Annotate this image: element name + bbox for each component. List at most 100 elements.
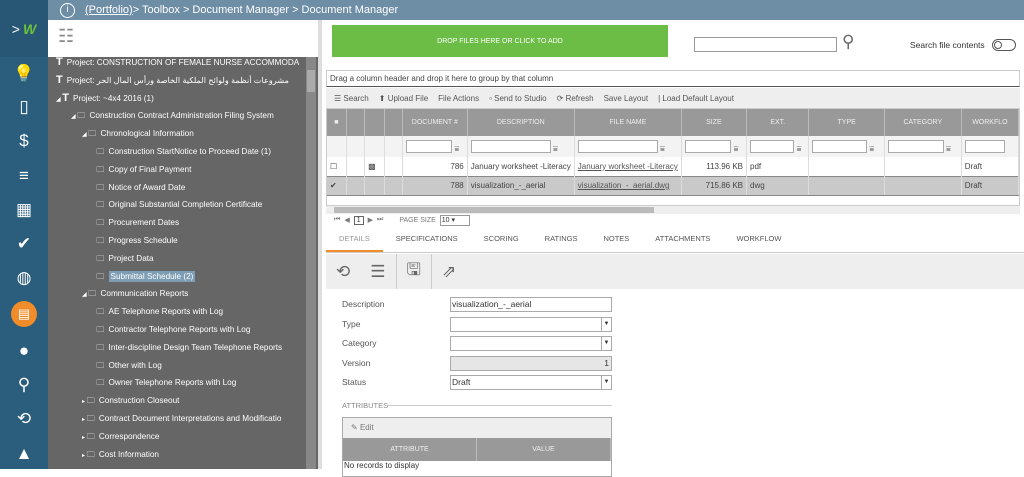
graduation-icon[interactable]: ▲ xyxy=(0,444,48,464)
search-icon[interactable]: ⚲ xyxy=(842,32,854,52)
load-default-layout-button[interactable]: | Load Default Layout xyxy=(658,94,734,103)
numbered-list-icon[interactable]: ☰ xyxy=(360,262,395,282)
history-icon[interactable]: ⟲ xyxy=(326,262,360,282)
tree-scrollbar[interactable] xyxy=(306,57,316,469)
table-row[interactable]: ✔ 788 visualization_-_aerial visualization_… xyxy=(327,175,1019,196)
save-icon[interactable]: 🖫 xyxy=(397,257,431,286)
group-by-area[interactable]: Drag a column header and drop it here to… xyxy=(326,70,1020,87)
check-icon[interactable]: ✔ xyxy=(0,234,48,254)
filter-input[interactable] xyxy=(684,139,732,153)
tab-ratings[interactable]: RATINGS xyxy=(532,228,591,252)
description-field[interactable]: visualization_-_aerial xyxy=(450,297,612,312)
select-all-checkbox[interactable]: ■ xyxy=(327,109,347,136)
tree-item[interactable]: ◢ T Project: ~4x4 2016 (1) xyxy=(56,90,154,107)
tree-item[interactable]: 🗀 Procurement Dates xyxy=(93,214,179,231)
tree-item[interactable]: 🗀 Copy of Final Payment xyxy=(93,161,191,178)
refresh-button[interactable]: ⟳ Refresh xyxy=(557,94,594,103)
filter-sliders-icon[interactable]: ☷ xyxy=(58,26,74,46)
status-select[interactable]: Draft ▼ xyxy=(450,375,612,390)
type-select[interactable]: ▼ xyxy=(450,317,612,332)
send-to-studio-button[interactable]: ▫ Send to Studio xyxy=(489,94,547,103)
first-page-button[interactable]: ⏮ xyxy=(334,216,340,224)
open-external-icon[interactable]: ⇗ xyxy=(432,262,466,282)
app-logo[interactable]: > W xyxy=(0,0,48,57)
row-checkbox[interactable]: ☐ xyxy=(327,157,347,176)
tab-scoring[interactable]: SCORING xyxy=(471,228,532,252)
cell-file-link[interactable]: January worksheet -Literacy xyxy=(574,157,682,176)
filter-input[interactable] xyxy=(470,139,551,153)
filter-input[interactable] xyxy=(887,139,944,153)
col-size[interactable]: SIZE xyxy=(681,109,748,136)
col-document-number[interactable]: DOCUMENT # xyxy=(402,109,468,136)
edit-attributes-button[interactable]: ✎ Edit xyxy=(343,418,611,438)
col-ext[interactable]: EXT. xyxy=(746,109,810,136)
history-icon[interactable]: ⟲ xyxy=(0,409,48,429)
tree-item[interactable]: ▸ 🗀 Cost Information xyxy=(82,446,159,463)
last-page-button[interactable]: ⏭ xyxy=(377,216,383,224)
col-attribute[interactable]: ATTRIBUTE xyxy=(343,438,477,461)
col-description[interactable]: DESCRIPTION xyxy=(467,109,575,136)
lightbulb-icon[interactable]: 💡 xyxy=(0,64,48,84)
tree-item[interactable]: 🗀 AE Telephone Reports with Log xyxy=(93,303,223,320)
col-type[interactable]: TYPE xyxy=(808,109,885,136)
breadcrumb-portfolio-link[interactable]: (Portfolio) xyxy=(85,4,133,16)
search-button[interactable]: ☰ Search xyxy=(334,94,369,103)
tree-item[interactable]: ▸ 🗀 Correspondence xyxy=(82,428,159,445)
tree-item[interactable]: ▸ 🗀 Construction Closeout xyxy=(82,392,179,409)
tree-item[interactable]: 🗀 Owner Telephone Reports with Log xyxy=(93,374,236,391)
filter-input[interactable] xyxy=(812,139,868,153)
tab-attachments[interactable]: ATTACHMENTS xyxy=(642,228,723,252)
page-size-select[interactable]: 10 ▾ xyxy=(439,214,470,226)
tree-item[interactable]: 🗀 Other with Log xyxy=(93,357,161,374)
tree-item[interactable]: 🗀 Notice of Award Date xyxy=(93,179,185,196)
tab-workflow[interactable]: WORKFLOW xyxy=(723,228,794,252)
tree-item[interactable]: ◢ 🗀 Chronological Information xyxy=(82,125,194,142)
col-category[interactable]: CATEGORY xyxy=(884,109,962,136)
filter-input[interactable] xyxy=(964,140,1005,153)
tree-item[interactable]: 🗀 Progress Schedule xyxy=(93,232,177,249)
tree-item[interactable]: T Project: مشروعات أنظمة ولوائح الملكية ا… xyxy=(56,72,289,89)
tree-item[interactable]: 🗀 Inter-discipline Design Team Telephone … xyxy=(93,339,282,356)
tree-item[interactable]: ◢ 🗀 Communication Reports xyxy=(82,285,188,302)
cell-file-link[interactable]: visualization_-_aerial.dwg xyxy=(574,175,682,196)
tree-item[interactable]: 🗀 Construction StartNotice to Proceed Dat… xyxy=(93,143,271,160)
filter-input[interactable] xyxy=(405,139,453,153)
filter-input[interactable] xyxy=(577,139,658,153)
grid-horizontal-scrollbar[interactable] xyxy=(326,206,1020,214)
prev-page-button[interactable]: ◀ xyxy=(344,216,349,224)
next-page-button[interactable]: ▶ xyxy=(368,216,373,224)
info-icon[interactable]: i xyxy=(60,2,75,18)
bars-icon[interactable]: ≡ xyxy=(0,166,48,186)
document-icon[interactable]: ▯ xyxy=(0,97,48,117)
search-icon[interactable]: ⚲ xyxy=(0,375,48,395)
search-file-contents-toggle[interactable] xyxy=(992,39,1016,51)
file-drop-zone[interactable]: DROP FILES HERE OR CLICK TO ADD xyxy=(332,25,668,57)
globe-icon[interactable]: ◍ xyxy=(0,268,48,288)
col-workflow[interactable]: WORKFLO xyxy=(961,109,1019,136)
building-icon[interactable]: ▦ xyxy=(0,200,48,220)
tab-notes[interactable]: NOTES xyxy=(590,228,642,252)
tree-item[interactable]: 🗀 Original Substantial Completion Certifi… xyxy=(93,196,262,213)
search-input[interactable] xyxy=(694,37,837,52)
tree-item[interactable]: 🗀 Contractor Telephone Reports with Log xyxy=(93,321,250,338)
tree-item[interactable]: ◢ 🗀 Construction Contract Administration … xyxy=(71,107,274,124)
briefcase-icon[interactable]: ▤ xyxy=(0,301,48,327)
col-value[interactable]: VALUE xyxy=(477,438,611,461)
current-page[interactable]: 1 xyxy=(353,215,364,225)
col-file-name[interactable]: FILE NAME xyxy=(574,109,682,136)
table-row[interactable]: ☐ ▩ 786 January worksheet -Literacy January … xyxy=(327,157,1019,176)
file-actions-button[interactable]: File Actions xyxy=(438,94,479,103)
category-select[interactable]: ▼ xyxy=(450,336,612,351)
row-checkbox[interactable]: ✔ xyxy=(327,175,347,196)
upload-file-button[interactable]: ⬆ Upload File xyxy=(379,94,428,103)
user-icon[interactable]: ● xyxy=(0,341,48,361)
dollar-icon[interactable]: $ xyxy=(0,131,48,151)
tree-item[interactable]: ▸ 🗀 Contract Document Interpretations and… xyxy=(82,410,281,427)
tab-details[interactable]: DETAILS xyxy=(326,228,383,252)
filter-input[interactable] xyxy=(750,139,795,153)
tab-specifications[interactable]: SPECIFICATIONS xyxy=(383,228,471,252)
tree-item[interactable]: 🗀 Submittal Schedule (2) xyxy=(93,268,196,285)
tree-item[interactable]: 🗀 Project Data xyxy=(93,250,153,267)
tree-item[interactable]: T Project: CONSTRUCTION OF FEMALE NURSE A… xyxy=(56,57,299,71)
save-layout-button[interactable]: Save Layout xyxy=(604,94,648,103)
